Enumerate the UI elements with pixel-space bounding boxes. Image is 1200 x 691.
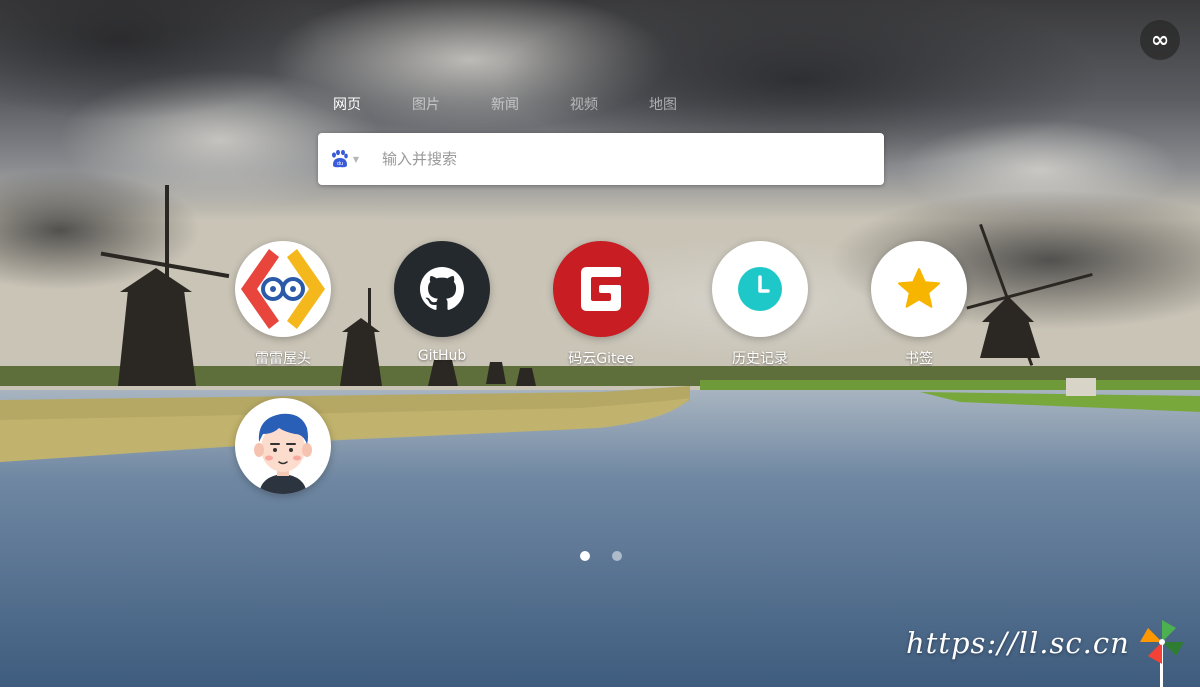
page-dot-1[interactable] <box>580 551 590 561</box>
shortcut-avatar[interactable] <box>223 398 343 494</box>
search-engine-selector[interactable]: du ▼ <box>318 133 370 185</box>
github-icon <box>394 241 490 337</box>
shortcut-bookmarks[interactable]: 书签 <box>859 241 979 368</box>
shortcut-label: 书签 <box>905 351 933 367</box>
infinity-menu-button[interactable]: ∞ <box>1140 20 1180 60</box>
search-category-tabs: 网页 图片 新闻 视频 地图 <box>333 94 728 114</box>
tab-video[interactable]: 视频 <box>570 94 649 114</box>
baidu-paw-icon: du <box>331 149 348 168</box>
watermark-text: https://ll.sc.cn <box>906 626 1130 660</box>
gitee-icon <box>553 241 649 337</box>
shortcut-history[interactable]: 历史记录 <box>700 241 820 368</box>
tab-map[interactable]: 地图 <box>649 94 728 114</box>
tab-images[interactable]: 图片 <box>412 94 491 114</box>
infinity-icon: ∞ <box>1150 27 1170 53</box>
star-icon <box>871 241 967 337</box>
search-input[interactable] <box>370 150 862 168</box>
search-box: du ▼ <box>318 133 884 185</box>
avatar-icon <box>235 398 331 494</box>
clock-icon <box>712 241 808 337</box>
pagination <box>580 551 622 561</box>
shortcut-label: 历史记录 <box>732 351 788 367</box>
shortcut-label: GitHub <box>417 348 467 364</box>
leilei-logo-icon <box>235 241 331 337</box>
shortcut-github[interactable]: GitHub <box>382 241 502 364</box>
svg-text:du: du <box>337 161 343 167</box>
pinwheel-icon <box>1138 618 1186 691</box>
shortcut-gitee[interactable]: 码云Gitee <box>541 241 661 368</box>
shortcut-leilei[interactable]: 雷雷屋头 <box>223 241 343 368</box>
page-dot-2[interactable] <box>612 551 622 561</box>
chevron-down-icon: ▼ <box>352 154 360 164</box>
shortcut-label: 雷雷屋头 <box>255 351 311 367</box>
tab-webpage[interactable]: 网页 <box>333 94 412 114</box>
shortcut-label: 码云Gitee <box>568 351 634 367</box>
tab-news[interactable]: 新闻 <box>491 94 570 114</box>
